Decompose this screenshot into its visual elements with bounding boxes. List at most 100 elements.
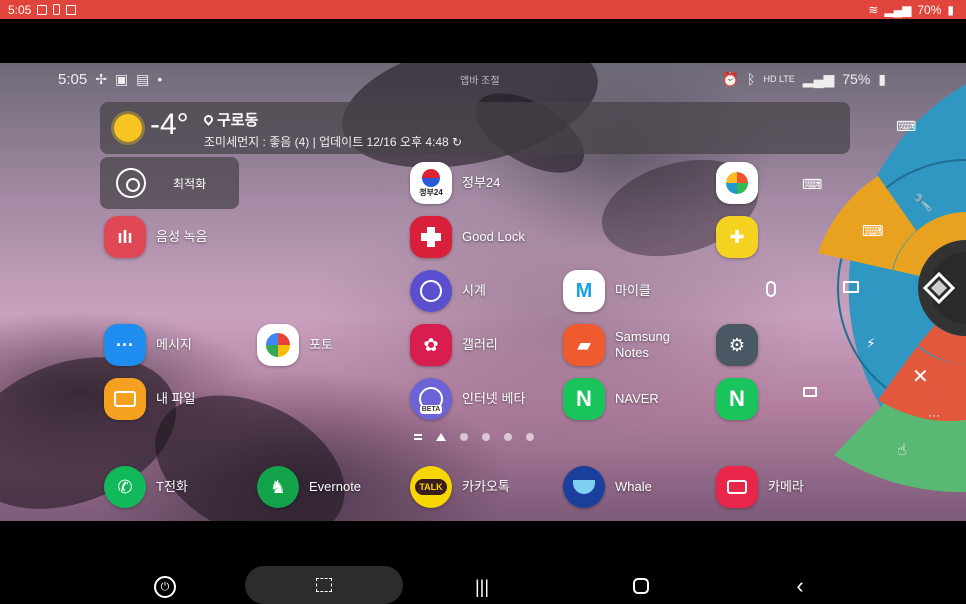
yellow-app-icon: ✚: [716, 216, 758, 258]
remote-screen[interactable]: 5:05 ✢ ▣ ▤ • 앱바 조절 ⏰ ᛒ HD LTE ▂▄▆ 75% ▮ …: [0, 63, 966, 521]
voice-recorder-icon: ıIı: [104, 216, 146, 258]
battery-icon: ▮: [878, 70, 886, 87]
app-kakaotalk[interactable]: TALK 카카오톡: [410, 466, 510, 508]
app-photos[interactable]: 포토: [257, 324, 333, 366]
app-label: NAVER: [615, 391, 659, 406]
remote-status-bar: 5:05 ✢ ▣ ▤ • 앱바 조절 ⏰ ᛒ HD LTE ▂▄▆ 75% ▮: [58, 69, 886, 89]
back-icon[interactable]: ‹: [790, 573, 810, 598]
battery-icon: ▮: [947, 2, 954, 17]
image-icon: [66, 4, 77, 15]
host-clock: 5:05: [8, 2, 32, 17]
more-dot-icon: •: [157, 71, 163, 87]
app-mycoupon[interactable]: M 마이클: [563, 270, 651, 312]
colorful-app-icon: [716, 162, 758, 204]
home-icon[interactable]: [633, 578, 649, 594]
app-tphone[interactable]: ✆ T전화: [104, 466, 188, 508]
wifi-icon: ≋: [868, 2, 879, 17]
close-icon[interactable]: ✕: [912, 364, 929, 389]
more-icon[interactable]: ···: [928, 408, 940, 422]
weather-info-text: 조미세먼지 : 좋음 (4) | 업데이트 12/16 오후 4:48: [204, 135, 449, 149]
app-label: T전화: [156, 479, 188, 494]
gear-icon: ⚙: [716, 324, 758, 366]
recent-apps-icon[interactable]: |||: [470, 576, 494, 598]
weather-info: 조미세먼지 : 좋음 (4) | 업데이트 12/16 오후 4:48 ↻: [204, 133, 462, 150]
app-label: Samsung Notes: [615, 329, 670, 360]
app-gallery[interactable]: ✿ 갤러리: [410, 324, 498, 366]
app-messages[interactable]: ··· 메시지: [104, 324, 192, 366]
wrench-icon[interactable]: 🔧: [913, 193, 933, 213]
optimize-label: 최적화: [173, 177, 207, 191]
file-icon: ▤: [136, 70, 150, 87]
bluetooth-icon: ᛒ: [747, 71, 756, 87]
whale-icon: [563, 466, 605, 508]
optimize-widget[interactable]: 최적화: [100, 157, 239, 209]
page-dot[interactable]: [504, 433, 512, 441]
app-partial-2[interactable]: ✚: [716, 216, 758, 258]
app-label: 메시지: [156, 337, 192, 352]
refresh-icon[interactable]: ↻: [452, 135, 462, 149]
app-label: 갤러리: [462, 337, 498, 352]
app-label: 카메라: [768, 479, 804, 494]
naver-icon: N: [563, 378, 605, 420]
photos-icon: [257, 324, 299, 366]
notification-icon: ▣: [114, 70, 129, 87]
remote-center-text: 앱바 조절: [460, 75, 500, 87]
phone-icon: ✆: [104, 466, 146, 508]
camera-icon: [716, 466, 758, 508]
signal-icon: ▂▄▆: [802, 70, 835, 87]
gallery-icon: ✿: [410, 324, 452, 366]
app-partial-1[interactable]: [716, 162, 758, 204]
touch-icon[interactable]: ☝: [897, 440, 907, 460]
app-label: Whale: [615, 479, 652, 494]
teamviewer-arrow-icon[interactable]: [921, 270, 957, 306]
app-internet-beta[interactable]: BETA 인터넷 베타: [410, 378, 525, 420]
folder-icon: [104, 378, 146, 420]
page-indicator-menu-icon[interactable]: [414, 434, 422, 440]
app-voice-recorder[interactable]: ıIı 음성 녹음: [104, 216, 207, 258]
app-label: 카카오톡: [462, 479, 510, 494]
weather-widget[interactable]: -4° 구로동 조미세먼지 : 좋음 (4) | 업데이트 12/16 오후 4…: [100, 102, 850, 154]
app-goodlock[interactable]: Good Lock: [410, 216, 525, 258]
app-label: 인터넷 베타: [462, 391, 526, 406]
keyboard-mouse-icon[interactable]: ⌨: [862, 222, 884, 240]
app-whale[interactable]: Whale: [563, 466, 652, 508]
mycoupon-icon: M: [563, 270, 605, 312]
monitor-icon[interactable]: [843, 281, 859, 293]
layout-icon[interactable]: [803, 387, 817, 397]
app-gov24[interactable]: 정부24 정부24: [410, 162, 500, 204]
keyboard-icon[interactable]: ⌨: [896, 118, 916, 135]
mouse-icon[interactable]: [766, 281, 776, 297]
page-indicator[interactable]: [414, 433, 534, 441]
network-type: HD LTE: [763, 74, 795, 84]
keyboard-icon[interactable]: ⌨: [802, 176, 822, 193]
app-naver[interactable]: N NAVER: [563, 378, 659, 420]
page-dot[interactable]: [482, 433, 490, 441]
app-camera[interactable]: 카메라: [716, 466, 804, 508]
goodlock-icon: [410, 216, 452, 258]
app-label: 마이클: [615, 283, 651, 298]
page-indicator-home-icon[interactable]: [436, 433, 446, 441]
messages-icon: ···: [104, 324, 146, 366]
app-clock[interactable]: 시계: [410, 270, 486, 312]
fullscreen-icon: [316, 578, 332, 592]
app-partial-naver[interactable]: N: [716, 378, 758, 420]
host-battery: 70%: [917, 2, 942, 17]
app-samsung-notes[interactable]: ▰ Samsung Notes: [563, 324, 675, 366]
naver-icon: N: [716, 378, 758, 420]
kakao-badge: TALK: [415, 479, 447, 495]
app-evernote[interactable]: ♞ Evernote: [257, 466, 361, 508]
fan-icon: ✢: [95, 70, 107, 87]
app-label: 음성 녹음: [156, 229, 208, 244]
app-label: Good Lock: [462, 229, 525, 244]
fullscreen-toggle[interactable]: [245, 566, 403, 604]
page-dot[interactable]: [460, 433, 468, 441]
app-my-files[interactable]: 내 파일: [104, 378, 196, 420]
app-settings[interactable]: ⚙: [716, 324, 758, 366]
lightning-icon[interactable]: ⚡: [866, 335, 876, 352]
power-icon[interactable]: ⏻: [154, 576, 176, 598]
location: 구로동: [202, 109, 259, 130]
temperature: -4°: [150, 108, 189, 141]
location-name: 구로동: [217, 112, 259, 129]
page-dot[interactable]: [526, 433, 534, 441]
app-label: 내 파일: [156, 391, 196, 406]
